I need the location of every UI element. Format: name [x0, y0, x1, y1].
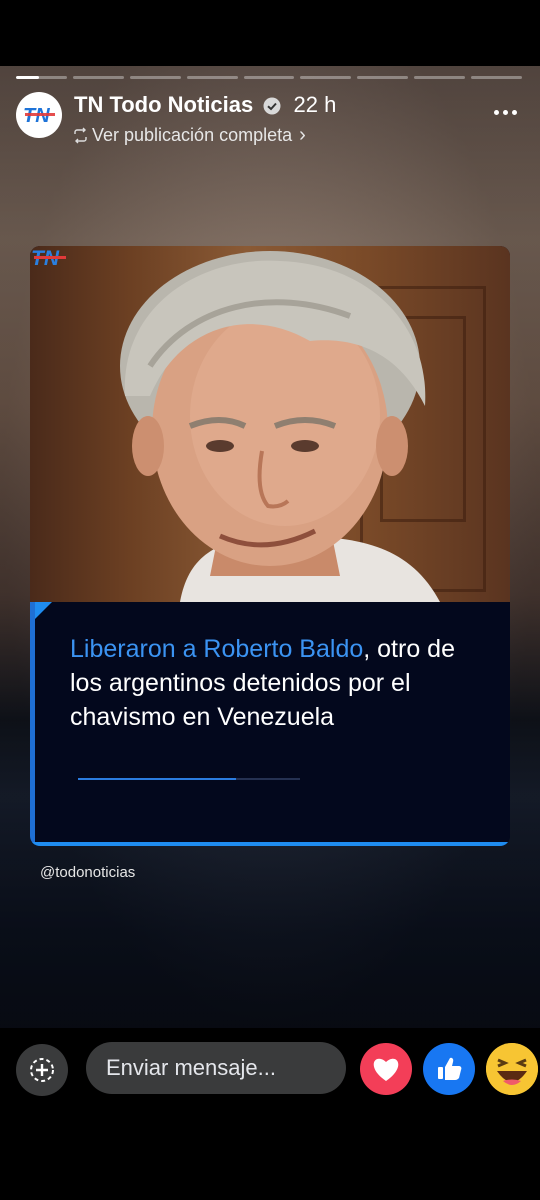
portrait-illustration	[120, 251, 440, 602]
tn-logo-icon: TN	[23, 105, 55, 126]
view-full-post-link[interactable]: Ver publicación completa ›	[72, 124, 306, 147]
love-reaction-button[interactable]	[360, 1043, 412, 1095]
like-icon	[438, 1057, 462, 1080]
caption-edge	[30, 842, 510, 846]
progress-segment	[72, 76, 124, 79]
news-headline: Liberaron a Roberto Baldo, otro de los a…	[70, 632, 480, 734]
repost-icon	[74, 127, 87, 144]
caption-divider	[78, 778, 300, 780]
story-progress	[16, 76, 523, 79]
progress-segment	[357, 76, 409, 79]
progress-segment	[243, 76, 295, 79]
headline-highlight: Liberaron a Roberto Baldo	[70, 635, 364, 663]
haha-reaction-button[interactable]	[486, 1043, 538, 1095]
page-handle: @todonoticias	[40, 864, 136, 881]
add-reaction-button[interactable]	[16, 1044, 68, 1096]
message-placeholder: Enviar mensaje...	[106, 1055, 276, 1080]
time-ago: 22 h	[293, 92, 337, 117]
news-caption: Liberaron a Roberto Baldo, otro de los a…	[30, 602, 510, 846]
page-name-text[interactable]: TN Todo Noticias	[74, 92, 253, 117]
more-options-icon[interactable]	[490, 102, 520, 122]
progress-segment	[414, 76, 466, 79]
message-input[interactable]: Enviar mensaje...	[86, 1042, 346, 1094]
chevron-right-icon: ›	[299, 124, 306, 146]
love-icon	[373, 1058, 399, 1081]
progress-segment	[471, 76, 523, 79]
tn-watermark-icon: TN	[31, 247, 66, 270]
progress-segment	[300, 76, 352, 79]
reply-bar: Enviar mensaje...	[0, 1028, 540, 1200]
story-header: TN TN Todo Noticias 22 h Ver publicación…	[16, 88, 524, 148]
progress-segment-current	[16, 76, 67, 79]
page-name[interactable]: TN Todo Noticias 22 h	[74, 92, 336, 118]
news-card[interactable]: TN Liberaron a Roberto Baldo, otro de lo…	[30, 246, 510, 846]
caption-edge	[30, 602, 35, 846]
verified-icon	[263, 97, 281, 115]
like-reaction-button[interactable]	[423, 1043, 475, 1095]
progress-segment	[186, 76, 238, 79]
progress-segment	[129, 76, 181, 79]
news-photo: TN	[30, 246, 510, 602]
view-link-text[interactable]: Ver publicación completa	[92, 125, 292, 146]
page-avatar[interactable]: TN	[16, 92, 62, 138]
add-circle-icon	[30, 1058, 54, 1082]
haha-icon	[486, 1043, 538, 1095]
